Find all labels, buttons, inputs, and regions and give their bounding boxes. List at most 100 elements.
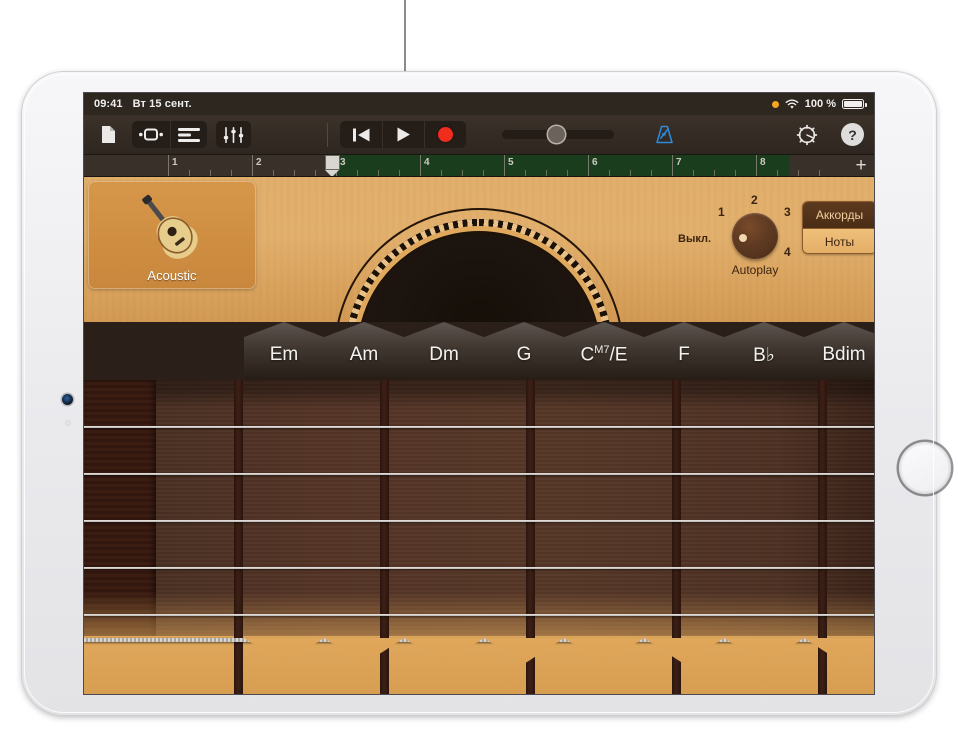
chord-strip-G[interactable]: G [484,322,564,380]
ruler-sub-tick [735,170,736,176]
add-track-button[interactable]: + [852,156,870,176]
guitar-string-1[interactable] [84,426,874,428]
track-view-button[interactable] [132,121,170,148]
mixer-button[interactable] [216,121,251,148]
ruler-bar-label: 1 [172,157,178,168]
ruler-bar-label: 2 [256,157,262,168]
chord-strip-F[interactable]: F [644,322,724,380]
instrument-card-label: Acoustic [147,268,196,283]
chord-strip-Bb[interactable]: B♭ [724,322,804,380]
autoplay-pos-3[interactable]: 3 [784,205,791,219]
status-time: 09:41 [94,98,123,110]
autoplay-pos-1[interactable]: 1 [718,205,725,219]
ruler-sub-tick [273,170,274,176]
ruler-bar-tick [588,155,589,177]
chord-label: G [517,344,532,366]
rewind-to-start-icon [353,128,370,142]
guitar-string-2[interactable] [84,473,874,475]
home-button[interactable] [899,442,951,494]
ruler-sub-tick [441,170,442,176]
ruler-sub-tick [189,170,190,176]
autoplay-pos-4[interactable]: 4 [784,245,791,259]
guitar-fretboard[interactable] [84,380,874,694]
chord-label: Em [270,344,299,366]
chord-label: CM7/E [581,344,628,366]
ruler-sub-tick [231,170,232,176]
autoplay-knob-indicator [739,234,747,242]
list-view-icon [178,128,200,142]
chord-label: Bdim [822,344,865,366]
guitar-string-3[interactable] [84,520,874,522]
chords-mode-button[interactable]: Аккорды [803,202,874,228]
ruler-bar-tick [756,155,757,177]
autoplay-pos-2[interactable]: 2 [751,193,758,207]
metronome-button[interactable] [648,121,681,148]
metronome-icon [655,125,674,144]
chord-strip-Dm[interactable]: Dm [404,322,484,380]
document-button[interactable] [94,121,123,148]
recording-indicator-dot [772,101,779,108]
status-date: Вт 15 сент. [133,98,192,110]
autoplay-title: Autoplay [720,263,790,277]
front-camera-icon [62,394,73,405]
ruler-bar-tick [420,155,421,177]
ruler-sub-tick [525,170,526,176]
timeline-ruler[interactable]: 12345678 + [84,155,874,177]
ruler-ticks: 12345678 [84,155,874,176]
chord-strip-Em[interactable]: Em [244,322,324,380]
ruler-sub-tick [714,170,715,176]
ruler-bar-tick [168,155,169,177]
help-button[interactable]: ? [841,123,864,146]
play-button[interactable] [382,121,424,148]
guitar-string-5[interactable] [84,614,874,616]
rewind-button[interactable] [340,121,382,148]
record-button[interactable] [424,121,466,148]
ruler-sub-tick [651,170,652,176]
notes-mode-button[interactable]: Ноты [803,228,874,254]
ruler-sub-tick [483,170,484,176]
ruler-bar-label: 8 [760,157,766,168]
ruler-sub-tick [546,170,547,176]
list-view-button[interactable] [170,121,207,148]
ruler-sub-tick [315,170,316,176]
chord-label: Dm [429,344,459,366]
record-icon [438,127,453,142]
ruler-sub-tick [210,170,211,176]
chord-label: Am [350,344,379,366]
ruler-sub-tick [357,170,358,176]
view-toggle-group [132,121,207,148]
ruler-sub-tick [630,170,631,176]
volume-slider-knob[interactable] [548,126,565,143]
instrument-card-acoustic[interactable]: Acoustic [88,181,256,289]
ruler-sub-tick [777,170,778,176]
autoplay-knob[interactable] [732,213,778,259]
master-volume-slider[interactable] [502,130,614,139]
ruler-bar-tick [504,155,505,177]
chords-notes-toggle: Аккорды Ноты [802,201,874,254]
track-view-icon [139,128,163,141]
ipad-screen: 09:41 Вт 15 сент. 100 % [84,93,874,694]
chord-strip-Bdim[interactable]: Bdim [804,322,874,380]
ipad-device: 09:41 Вт 15 сент. 100 % [22,72,936,715]
gear-icon [796,124,818,146]
ruler-sub-tick [567,170,568,176]
wifi-icon [785,99,799,110]
ruler-bar-tick [672,155,673,177]
battery-percent-label: 100 % [805,98,836,110]
chord-strip-CM7E[interactable]: CM7/E [564,322,644,380]
chord-label: B♭ [753,344,775,367]
guitar-string-4[interactable] [84,567,874,569]
ambient-sensor-icon [65,420,71,426]
ruler-bar-label: 5 [508,157,514,168]
screenshot-root: 09:41 Вт 15 сент. 100 % [0,0,958,737]
playhead[interactable] [325,155,340,177]
ruler-bar-label: 6 [592,157,598,168]
ruler-sub-tick [378,170,379,176]
ruler-bar-tick [252,155,253,177]
guitar-soundhole [345,219,613,322]
instrument-panel: Acoustic Выкл. 1 2 3 4 Autoplay Аккорды … [84,177,874,322]
status-bar: 09:41 Вт 15 сент. 100 % [84,93,874,115]
chord-strip-Am[interactable]: Am [324,322,404,380]
battery-icon [842,99,864,109]
settings-button[interactable] [789,121,825,148]
